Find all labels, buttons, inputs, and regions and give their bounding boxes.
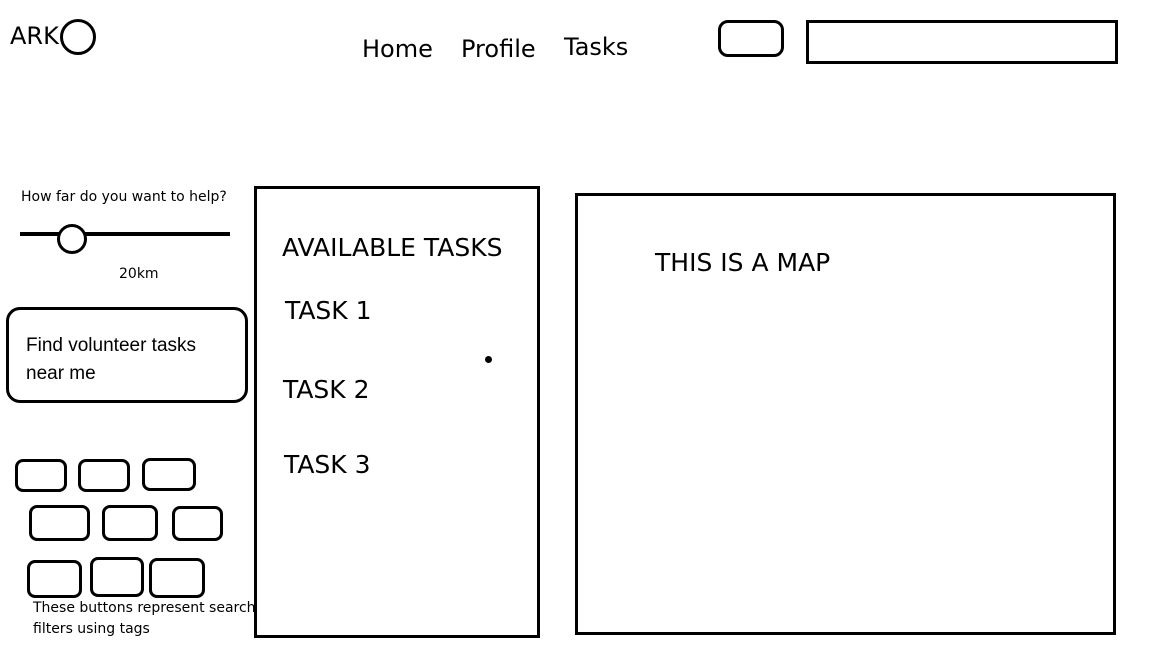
header-button[interactable] [718, 20, 784, 57]
tag-filter-button[interactable] [102, 505, 158, 541]
distance-question: How far do you want to help? [21, 189, 227, 205]
distance-slider-track[interactable] [20, 232, 230, 236]
task-item[interactable]: TASK 1 [285, 298, 372, 323]
logo-text: ARK [10, 22, 59, 50]
stray-dot [485, 356, 492, 363]
task-item[interactable]: TASK 2 [283, 377, 370, 402]
logo-circle-icon [60, 19, 96, 55]
tasks-title: AVAILABLE TASKS [282, 233, 503, 262]
task-item[interactable]: TASK 3 [284, 452, 371, 477]
search-input[interactable] [806, 20, 1118, 64]
tag-filter-button[interactable] [15, 459, 67, 492]
nav-profile[interactable]: Profile [461, 37, 536, 61]
find-tasks-label: Find volunteer tasks near me [26, 335, 197, 384]
tag-filter-button[interactable] [172, 506, 223, 541]
tag-filter-button[interactable] [29, 505, 90, 541]
tag-filter-button[interactable] [142, 458, 196, 491]
nav-tasks[interactable]: Tasks [564, 35, 628, 59]
find-tasks-button[interactable]: Find volunteer tasks near me [6, 307, 248, 403]
distance-slider-thumb[interactable] [57, 224, 87, 254]
tag-filter-button[interactable] [27, 560, 82, 598]
filters-caption: These buttons represent search filters u… [33, 600, 256, 637]
distance-value: 20km [119, 266, 159, 282]
tag-filter-button[interactable] [90, 557, 144, 597]
nav-home[interactable]: Home [362, 37, 433, 61]
tag-filter-button[interactable] [149, 558, 205, 598]
tag-filter-button[interactable] [78, 459, 130, 492]
map-label: THIS IS A MAP [655, 248, 831, 277]
